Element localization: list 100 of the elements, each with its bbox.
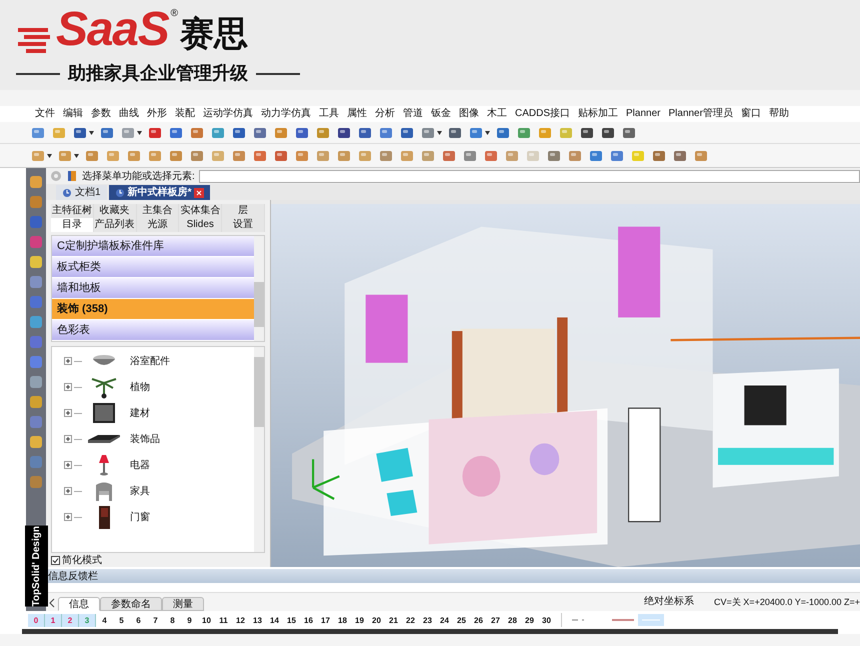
menu-item[interactable]: 编辑 [63, 108, 83, 120]
category-item[interactable]: 色彩表 [52, 320, 254, 341]
menu-item[interactable]: 钣金 [431, 108, 451, 120]
tree-item[interactable]: 浴室配件 [130, 354, 170, 368]
panel-tab[interactable]: Slides [179, 218, 222, 232]
document-tab[interactable]: 新中式样板房* [108, 185, 210, 200]
menu-item[interactable]: 窗口 [740, 108, 761, 120]
expand-icon[interactable] [64, 513, 72, 521]
expand-icon[interactable] [64, 357, 72, 365]
layer-button[interactable]: 26 [470, 614, 487, 626]
layer-button[interactable]: 12 [232, 614, 249, 626]
layer-button[interactable]: 15 [283, 614, 300, 626]
category-item[interactable]: 装饰 (358) [52, 299, 254, 320]
caret-icon[interactable] [137, 130, 142, 134]
caret-icon[interactable] [485, 130, 490, 134]
panel-tab[interactable]: 主集合 [136, 204, 180, 218]
expand-icon[interactable] [64, 487, 72, 495]
layer-button[interactable]: 10 [198, 614, 215, 626]
tree-item[interactable]: 建材 [130, 406, 150, 420]
layer-button[interactable]: 19 [351, 614, 368, 626]
layer-button[interactable]: 21 [385, 614, 402, 626]
layer-button[interactable]: 17 [317, 614, 334, 626]
bottom-tab[interactable]: 信息 [58, 597, 100, 611]
layer-button[interactable]: 6 [130, 614, 147, 626]
document-tab[interactable]: 文档1 [56, 185, 107, 200]
menu-item[interactable]: 动力学仿真 [261, 108, 311, 120]
panel-tab[interactable]: 目录 [51, 218, 94, 232]
close-icon[interactable] [194, 188, 204, 198]
menu-item[interactable]: 装配 [175, 108, 195, 120]
bottom-tab[interactable]: 测量 [162, 597, 204, 611]
category-item[interactable]: 墙和地板 [52, 278, 254, 299]
layer-button[interactable]: 2 [62, 614, 79, 626]
scrollbar[interactable] [254, 236, 264, 341]
tree-item[interactable]: 门窗 [130, 510, 150, 524]
expand-icon[interactable] [64, 461, 72, 469]
layer-button[interactable]: 5 [113, 614, 130, 626]
panel-tab[interactable]: 设置 [222, 218, 265, 232]
horizontal-scrollbar[interactable] [22, 629, 838, 634]
layer-button[interactable]: 13 [249, 614, 266, 626]
menu-item[interactable]: 图像 [459, 108, 479, 120]
panel-tab[interactable]: 实体集合 [179, 204, 222, 218]
layer-button[interactable]: 28 [504, 614, 521, 626]
layer-button[interactable]: 30 [538, 614, 555, 626]
layer-button[interactable]: 9 [181, 614, 198, 626]
layer-button[interactable]: 22 [402, 614, 419, 626]
bottom-tab[interactable]: 参数命名 [100, 597, 162, 611]
door-icon [98, 506, 110, 528]
menu-item[interactable]: Planner管理员 [668, 108, 733, 120]
layer-button[interactable]: 27 [487, 614, 504, 626]
menu-item[interactable]: 工具 [319, 108, 339, 120]
layer-button[interactable]: 18 [334, 614, 351, 626]
panel-tab[interactable]: 主特征树 [51, 204, 94, 218]
layer-button[interactable]: 11 [215, 614, 232, 626]
layer-button[interactable]: 1 [45, 614, 62, 626]
category-item[interactable]: 板式柜类 [52, 257, 254, 278]
menu-item[interactable]: 分析 [375, 108, 395, 120]
layer-button[interactable]: 4 [96, 614, 113, 626]
menu-item[interactable]: 帮助 [768, 108, 789, 120]
panel-tab[interactable]: 产品列表 [94, 218, 137, 232]
menu-item[interactable]: 管道 [403, 108, 423, 120]
layer-button[interactable]: 23 [419, 614, 436, 626]
panel-tab[interactable]: 光源 [136, 218, 180, 232]
layer-button[interactable]: 24 [436, 614, 453, 626]
menu-item[interactable]: 外形 [147, 108, 167, 120]
layer-button[interactable]: 8 [164, 614, 181, 626]
layer-button[interactable]: 14 [266, 614, 283, 626]
layer-button[interactable]: 20 [368, 614, 385, 626]
menu-item[interactable]: 贴标加工 [578, 108, 618, 120]
category-item[interactable]: C定制护墙板标准件库 [52, 236, 254, 257]
menu-item[interactable]: 参数 [91, 108, 111, 120]
expand-icon[interactable] [64, 409, 72, 417]
menu-item[interactable]: 运动学仿真 [203, 108, 253, 120]
caret-icon[interactable] [89, 130, 94, 134]
panel-tab[interactable]: 收藏夹 [94, 204, 137, 218]
layer-button[interactable]: 0 [28, 614, 45, 626]
expand-icon[interactable] [64, 435, 72, 443]
tree-item[interactable]: 电器 [130, 458, 150, 472]
book-icon[interactable] [66, 170, 78, 182]
menu-item[interactable]: CADDS接口 [515, 108, 570, 120]
tree-item[interactable]: 装饰品 [130, 432, 160, 446]
menu-item[interactable]: 文件 [35, 108, 55, 120]
expand-icon[interactable] [64, 383, 72, 391]
menu-item[interactable]: 属性 [347, 108, 367, 120]
menu-item[interactable]: 曲线 [119, 108, 139, 120]
tree-item[interactable]: 家具 [130, 484, 150, 498]
layer-button[interactable]: 16 [300, 614, 317, 626]
command-input[interactable] [198, 170, 860, 182]
caret-icon[interactable] [47, 154, 52, 158]
caret-icon[interactable] [437, 130, 442, 134]
scrollbar[interactable] [254, 347, 264, 552]
panel-tab[interactable]: 层 [222, 204, 265, 218]
layer-button[interactable]: 29 [521, 614, 538, 626]
layer-button[interactable]: 25 [453, 614, 470, 626]
layer-button[interactable]: 7 [147, 614, 164, 626]
menu-item[interactable]: Planner [626, 108, 660, 120]
gear-icon[interactable] [50, 170, 62, 182]
menu-item[interactable]: 木工 [487, 108, 507, 120]
caret-icon[interactable] [74, 154, 79, 158]
checkbox[interactable] [51, 556, 60, 564]
tree-item[interactable]: 植物 [130, 380, 150, 394]
